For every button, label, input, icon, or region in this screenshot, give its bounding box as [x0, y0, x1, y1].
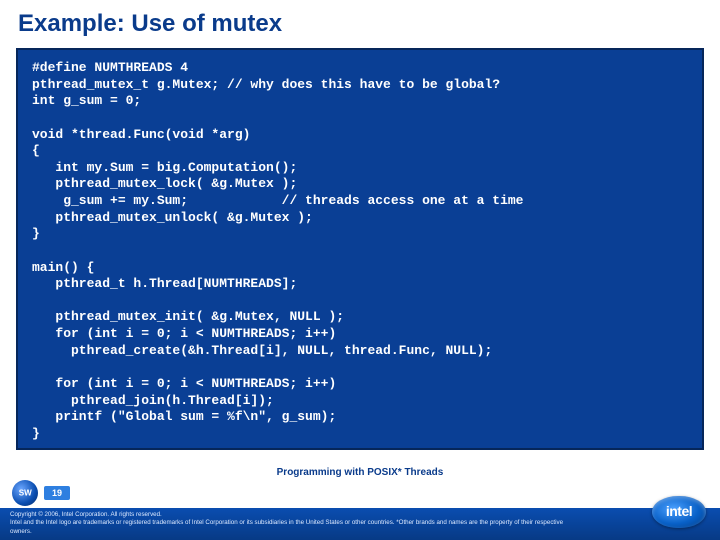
intel-logo-icon: intel: [652, 496, 706, 528]
software-badge-text: SW: [18, 488, 31, 497]
software-badge-icon: SW: [12, 480, 38, 506]
copyright-line: Copyright © 2006, Intel Corporation. All…: [10, 511, 570, 519]
page-number: 19: [44, 486, 70, 500]
footer: intel Copyright © 2006, Intel Corporatio…: [0, 508, 720, 540]
code-text: #define NUMTHREADS 4 pthread_mutex_t g.M…: [32, 60, 692, 442]
intel-logo-text: intel: [666, 502, 692, 521]
pager-row: SW 19: [0, 480, 720, 508]
section-label: Programming with POSIX* Threads: [0, 465, 720, 480]
trademark-line: Intel and the Intel logo are trademarks …: [10, 519, 570, 536]
footer-lines: Copyright © 2006, Intel Corporation. All…: [10, 511, 570, 536]
slide: Example: Use of mutex #define NUMTHREADS…: [0, 0, 720, 540]
code-block: #define NUMTHREADS 4 pthread_mutex_t g.M…: [16, 48, 704, 450]
slide-title: Example: Use of mutex: [0, 0, 720, 44]
